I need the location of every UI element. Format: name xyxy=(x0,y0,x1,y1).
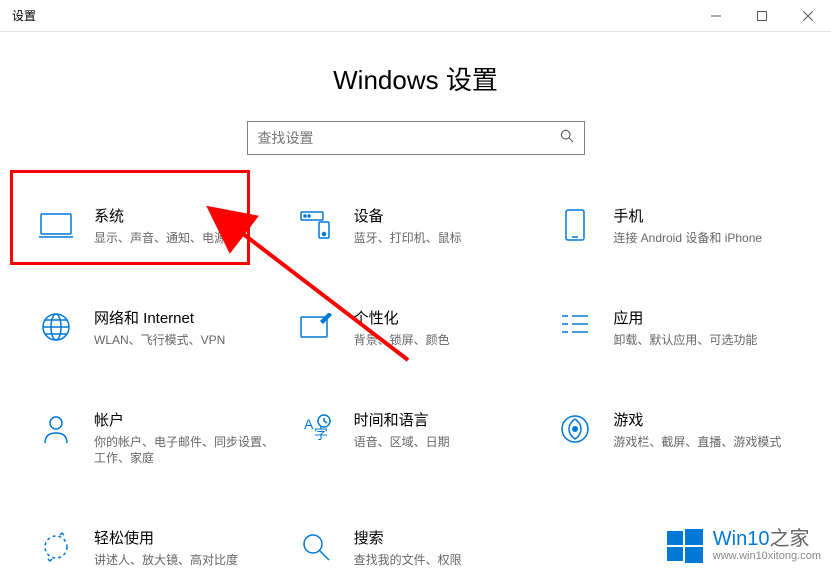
phone-icon xyxy=(555,205,595,245)
tile-desc: 显示、声音、通知、电源 xyxy=(94,230,226,247)
tile-desc: 背景、锁屏、颜色 xyxy=(354,332,450,349)
time-language-icon: A字 xyxy=(296,409,336,449)
search-tile-icon xyxy=(296,527,336,567)
watermark: Win10之家 www.win10xitong.com xyxy=(665,525,821,565)
tile-text: 轻松使用 讲述人、放大镜、高对比度 xyxy=(94,527,238,569)
devices-icon xyxy=(296,205,336,245)
watermark-text: Win10之家 www.win10xitong.com xyxy=(713,528,821,562)
tile-label: 手机 xyxy=(613,205,762,226)
tile-desc: 查找我的文件、权限 xyxy=(354,552,462,569)
svg-text:字: 字 xyxy=(314,426,328,442)
tile-ease-of-access[interactable]: 轻松使用 讲述人、放大镜、高对比度 xyxy=(36,527,276,569)
titlebar: 设置 xyxy=(0,0,831,32)
watermark-brand: Win10之家 xyxy=(713,528,821,550)
settings-grid: 系统 显示、声音、通知、电源 设备 蓝牙、打印机、鼠标 手机 连接 Androi… xyxy=(0,155,831,569)
search-box[interactable] xyxy=(247,121,585,155)
tile-label: 游戏 xyxy=(613,409,781,430)
tile-desc: WLAN、飞行模式、VPN xyxy=(94,332,225,349)
tile-desc: 连接 Android 设备和 iPhone xyxy=(613,230,762,247)
page-title: Windows 设置 xyxy=(0,60,831,97)
windows-logo-icon xyxy=(665,525,705,565)
tile-accounts[interactable]: 帐户 你的帐户、电子邮件、同步设置、工作、家庭 xyxy=(36,409,276,468)
tile-system[interactable]: 系统 显示、声音、通知、电源 xyxy=(36,205,276,247)
tile-label: 搜索 xyxy=(354,527,462,548)
search-container xyxy=(0,121,831,155)
tile-label: 应用 xyxy=(613,307,757,328)
close-button[interactable] xyxy=(785,0,831,32)
minimize-icon xyxy=(711,11,721,21)
tile-label: 网络和 Internet xyxy=(94,307,225,328)
tile-text: 网络和 Internet WLAN、飞行模式、VPN xyxy=(94,307,225,349)
tile-text: 搜索 查找我的文件、权限 xyxy=(354,527,462,569)
watermark-url: www.win10xitong.com xyxy=(713,550,821,562)
maximize-button[interactable] xyxy=(739,0,785,32)
svg-text:A: A xyxy=(304,416,314,432)
search-icon xyxy=(560,129,574,148)
tile-text: 个性化 背景、锁屏、颜色 xyxy=(354,307,450,349)
close-icon xyxy=(803,11,813,21)
tile-desc: 蓝牙、打印机、鼠标 xyxy=(354,230,462,247)
maximize-icon xyxy=(757,11,767,21)
tile-text: 应用 卸载、默认应用、可选功能 xyxy=(613,307,757,349)
tile-apps[interactable]: 应用 卸载、默认应用、可选功能 xyxy=(555,307,795,349)
system-icon xyxy=(36,205,76,245)
tile-label: 帐户 xyxy=(94,409,276,430)
tile-desc: 卸载、默认应用、可选功能 xyxy=(613,332,757,349)
tile-search[interactable]: 搜索 查找我的文件、权限 xyxy=(296,527,536,569)
tile-label: 个性化 xyxy=(354,307,450,328)
tile-label: 设备 xyxy=(354,205,462,226)
tile-label: 轻松使用 xyxy=(94,527,238,548)
gaming-icon xyxy=(555,409,595,449)
tile-text: 设备 蓝牙、打印机、鼠标 xyxy=(354,205,462,247)
tile-label: 时间和语言 xyxy=(354,409,450,430)
tile-network[interactable]: 网络和 Internet WLAN、飞行模式、VPN xyxy=(36,307,276,349)
watermark-brand-suffix: 之家 xyxy=(769,528,809,550)
tile-time-language[interactable]: A字 时间和语言 语音、区域、日期 xyxy=(296,409,536,468)
apps-icon xyxy=(555,307,595,347)
tile-text: 手机 连接 Android 设备和 iPhone xyxy=(613,205,762,247)
accounts-icon xyxy=(36,409,76,449)
tile-desc: 语音、区域、日期 xyxy=(354,434,450,451)
window-title: 设置 xyxy=(12,7,36,24)
tile-label: 系统 xyxy=(94,205,226,226)
search-input[interactable] xyxy=(258,130,560,146)
tile-text: 时间和语言 语音、区域、日期 xyxy=(354,409,450,451)
tile-desc: 讲述人、放大镜、高对比度 xyxy=(94,552,238,569)
tile-desc: 游戏栏、截屏、直播、游戏模式 xyxy=(613,434,781,451)
tile-phone[interactable]: 手机 连接 Android 设备和 iPhone xyxy=(555,205,795,247)
tile-gaming[interactable]: 游戏 游戏栏、截屏、直播、游戏模式 xyxy=(555,409,795,468)
tile-text: 游戏 游戏栏、截屏、直播、游戏模式 xyxy=(613,409,781,451)
personalization-icon xyxy=(296,307,336,347)
window-controls xyxy=(693,0,831,32)
tile-devices[interactable]: 设备 蓝牙、打印机、鼠标 xyxy=(296,205,536,247)
tile-text: 系统 显示、声音、通知、电源 xyxy=(94,205,226,247)
ease-icon xyxy=(36,527,76,567)
globe-icon xyxy=(36,307,76,347)
tile-text: 帐户 你的帐户、电子邮件、同步设置、工作、家庭 xyxy=(94,409,276,468)
tile-desc: 你的帐户、电子邮件、同步设置、工作、家庭 xyxy=(94,434,276,468)
watermark-brand-name: Win10 xyxy=(713,528,770,550)
tile-personalization[interactable]: 个性化 背景、锁屏、颜色 xyxy=(296,307,536,349)
minimize-button[interactable] xyxy=(693,0,739,32)
